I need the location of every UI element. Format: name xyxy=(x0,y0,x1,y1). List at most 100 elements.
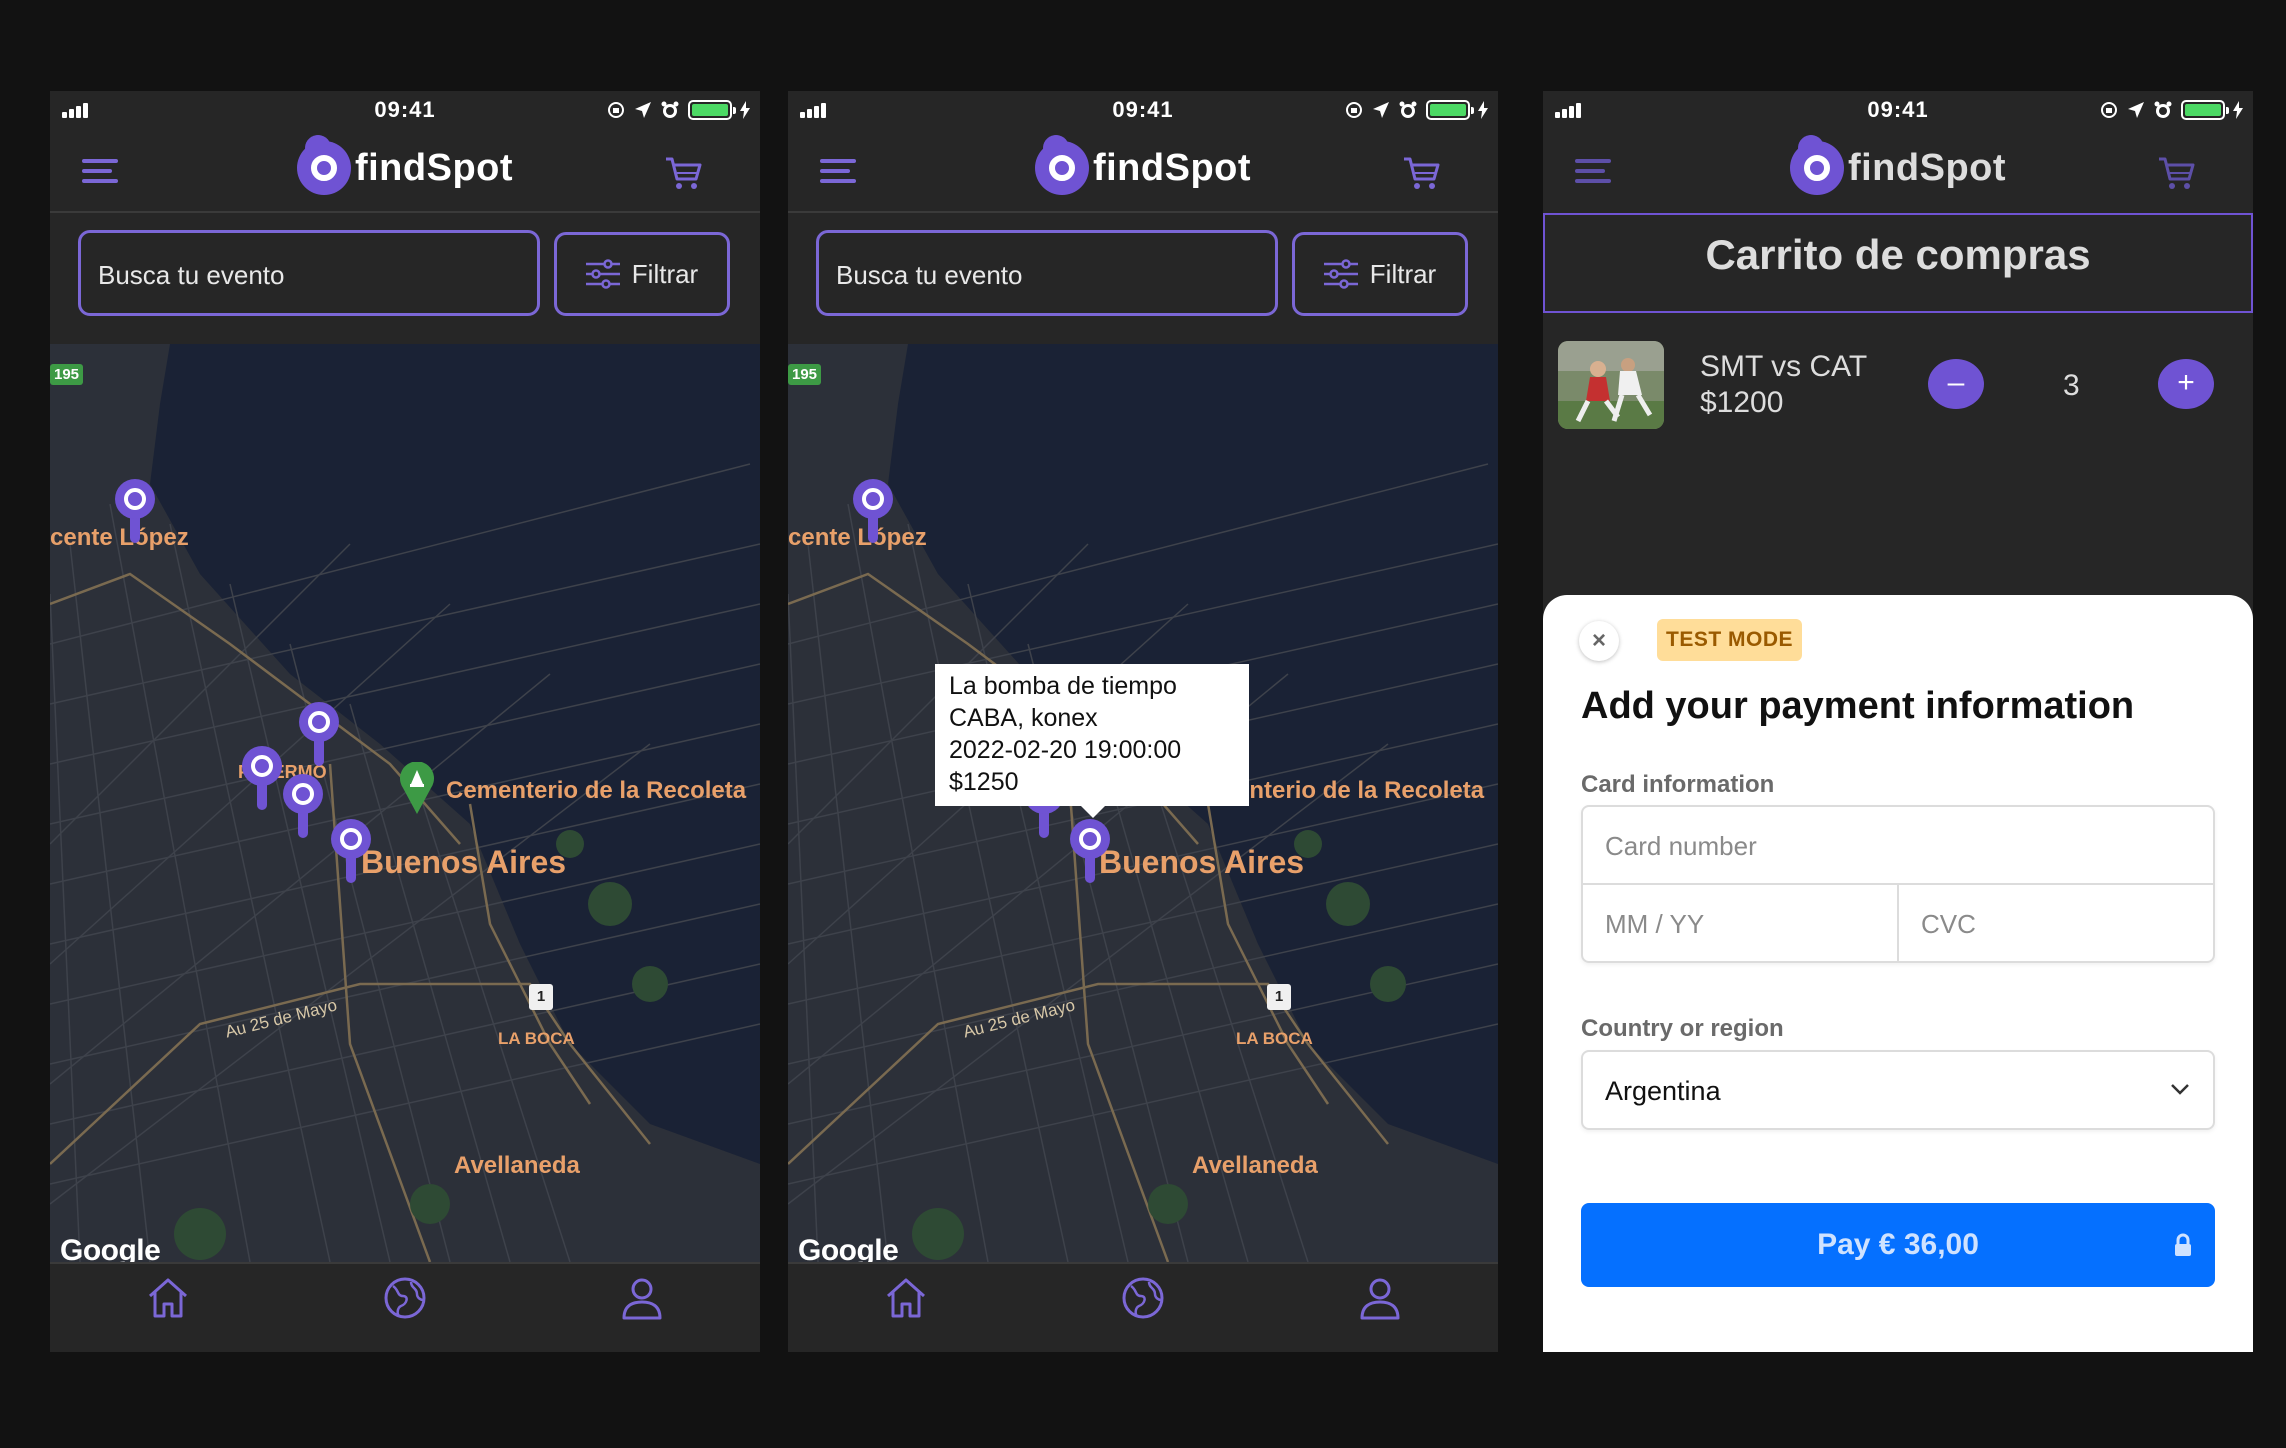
country-label: Country or region xyxy=(1581,1015,1784,1042)
map-label-buenos-aires: Buenos Aires xyxy=(361,844,567,880)
location-icon xyxy=(2128,102,2144,118)
status-bar: 09:41 xyxy=(788,91,1498,129)
cart-item-quantity: 3 xyxy=(2063,369,2080,402)
home-icon[interactable] xyxy=(882,1274,930,1322)
event-pin-icon[interactable] xyxy=(283,774,323,842)
payment-sheet: × TEST MODE Add your payment information… xyxy=(1543,595,2253,1352)
event-tooltip[interactable]: La bomba de tiempo CABA, konex 2022-02-2… xyxy=(935,664,1249,818)
event-pin-icon[interactable] xyxy=(115,479,155,547)
card-fields: Card number MM / YY CVC xyxy=(1581,805,2215,963)
cemetery-pin-icon xyxy=(400,762,434,814)
logo-pin-icon xyxy=(1034,141,1089,195)
test-mode-badge: TEST MODE xyxy=(1657,619,1803,661)
app-name: findSpot xyxy=(354,146,514,189)
card-information-label: Card information xyxy=(1581,771,1775,798)
cvc-field[interactable]: CVC xyxy=(1899,885,2213,961)
charging-icon xyxy=(1478,101,1488,119)
map-label-recoleta: Cementerio de la Recoleta xyxy=(446,777,747,804)
close-icon[interactable]: × xyxy=(1579,621,1619,661)
charging-icon xyxy=(2233,101,2243,119)
tooltip-price: $1250 xyxy=(949,768,1019,796)
app-header: findSpot xyxy=(788,129,1498,213)
event-pin-icon[interactable] xyxy=(1070,819,1110,887)
sliders-icon xyxy=(585,259,620,289)
rotation-lock-icon xyxy=(1346,102,1362,118)
bottom-tab-bar xyxy=(50,1262,760,1352)
cart-screen: 09:41 findSpot Carrito de compras SMT vs… xyxy=(1543,91,2253,1352)
status-bar: 09:41 xyxy=(50,91,760,129)
search-input[interactable]: Busca tu evento xyxy=(816,230,1278,316)
map-label-avellaneda: Avellaneda xyxy=(454,1152,580,1179)
country-select[interactable]: Argentina xyxy=(1581,1050,2215,1130)
home-icon[interactable] xyxy=(144,1274,192,1322)
map-label-avellaneda: Avellaneda xyxy=(1192,1152,1318,1179)
route-1-badge: 1 xyxy=(529,984,553,1010)
map-label-la-boca: LA BOCA xyxy=(1236,1029,1313,1048)
tooltip-title: La bomba de tiempo xyxy=(949,672,1177,700)
app-header: findSpot xyxy=(50,129,760,213)
event-pin-icon[interactable] xyxy=(331,819,371,887)
app-logo: findSpot xyxy=(788,141,1498,195)
tooltip-location: CABA, konex xyxy=(949,704,1098,732)
app-name: findSpot xyxy=(1847,146,2007,189)
location-icon xyxy=(635,102,651,118)
cart-item-info: SMT vs CAT $1200 xyxy=(1700,349,1867,421)
map-screen-tooltip: 09:41 findSpot Busca tu evento Filtrar 1… xyxy=(788,91,1498,1352)
alarm-icon xyxy=(2154,101,2172,118)
cart-item-name: SMT vs CAT xyxy=(1700,350,1868,383)
logo-pin-icon xyxy=(296,141,351,195)
cart-icon[interactable] xyxy=(664,155,704,191)
sliders-icon xyxy=(1323,259,1358,289)
app-logo: findSpot xyxy=(1543,141,2253,195)
alarm-icon xyxy=(661,101,679,118)
event-pin-icon[interactable] xyxy=(299,702,339,770)
cart-icon[interactable] xyxy=(2157,155,2197,191)
location-icon xyxy=(1373,102,1389,118)
filter-label: Filtrar xyxy=(1369,258,1437,289)
cart-item-price: $1200 xyxy=(1700,386,1784,419)
battery-icon xyxy=(688,100,736,120)
filter-label: Filtrar xyxy=(631,258,699,289)
lock-icon xyxy=(2175,1233,2191,1256)
rotation-lock-icon xyxy=(608,102,624,118)
app-header: findSpot xyxy=(1543,129,2253,213)
logo-pin-icon xyxy=(1789,141,1844,195)
app-name: findSpot xyxy=(1092,146,1252,189)
expiry-field[interactable]: MM / YY xyxy=(1583,885,1899,961)
map-label-la-boca: LA BOCA xyxy=(498,1029,575,1048)
map-view[interactable]: 195 cente López Cementerio de la Recolet… xyxy=(788,344,1498,1262)
user-icon[interactable] xyxy=(1356,1274,1404,1322)
increase-quantity-button[interactable]: + xyxy=(2158,359,2214,409)
user-icon[interactable] xyxy=(618,1274,666,1322)
battery-icon xyxy=(2181,100,2229,120)
rotation-lock-icon xyxy=(2101,102,2117,118)
google-logo: Google xyxy=(60,1234,161,1262)
tooltip-datetime: 2022-02-20 19:00:00 xyxy=(949,736,1182,764)
event-pin-icon[interactable] xyxy=(853,479,893,547)
map-label-buenos-aires: Buenos Aires xyxy=(1099,844,1305,880)
card-number-field[interactable]: Card number xyxy=(1583,807,2213,885)
globe-icon[interactable] xyxy=(1119,1274,1167,1322)
filter-button[interactable]: Filtrar xyxy=(554,232,730,316)
search-input[interactable]: Busca tu evento xyxy=(78,230,540,316)
cart-title: Carrito de compras xyxy=(1543,213,2253,313)
map-screen: 09:41 findSpot Busca tu evento Filtrar 1… xyxy=(50,91,760,1352)
cart-icon[interactable] xyxy=(1402,155,1442,191)
chevron-down-icon xyxy=(2171,1084,2189,1095)
map-view[interactable]: 195 cente López PALERMO Cementerio de la… xyxy=(50,344,760,1262)
route-195-badge: 195 xyxy=(50,364,84,385)
route-1-badge: 1 xyxy=(1267,984,1291,1010)
bottom-tab-bar xyxy=(788,1262,1498,1352)
globe-icon[interactable] xyxy=(381,1274,429,1322)
filter-button[interactable]: Filtrar xyxy=(1292,232,1468,316)
google-logo: Google xyxy=(798,1234,899,1262)
event-pin-icon[interactable] xyxy=(242,746,282,814)
charging-icon xyxy=(740,101,750,119)
cart-item: SMT vs CAT $1200 – 3 + xyxy=(1543,341,2253,441)
decrease-quantity-button[interactable]: – xyxy=(1928,359,1984,409)
battery-icon xyxy=(1426,100,1474,120)
status-bar: 09:41 xyxy=(1543,91,2253,129)
pay-label: Pay € 36,00 xyxy=(1817,1228,1979,1261)
pay-button[interactable]: Pay € 36,00 xyxy=(1581,1203,2215,1287)
app-logo: findSpot xyxy=(50,141,760,195)
